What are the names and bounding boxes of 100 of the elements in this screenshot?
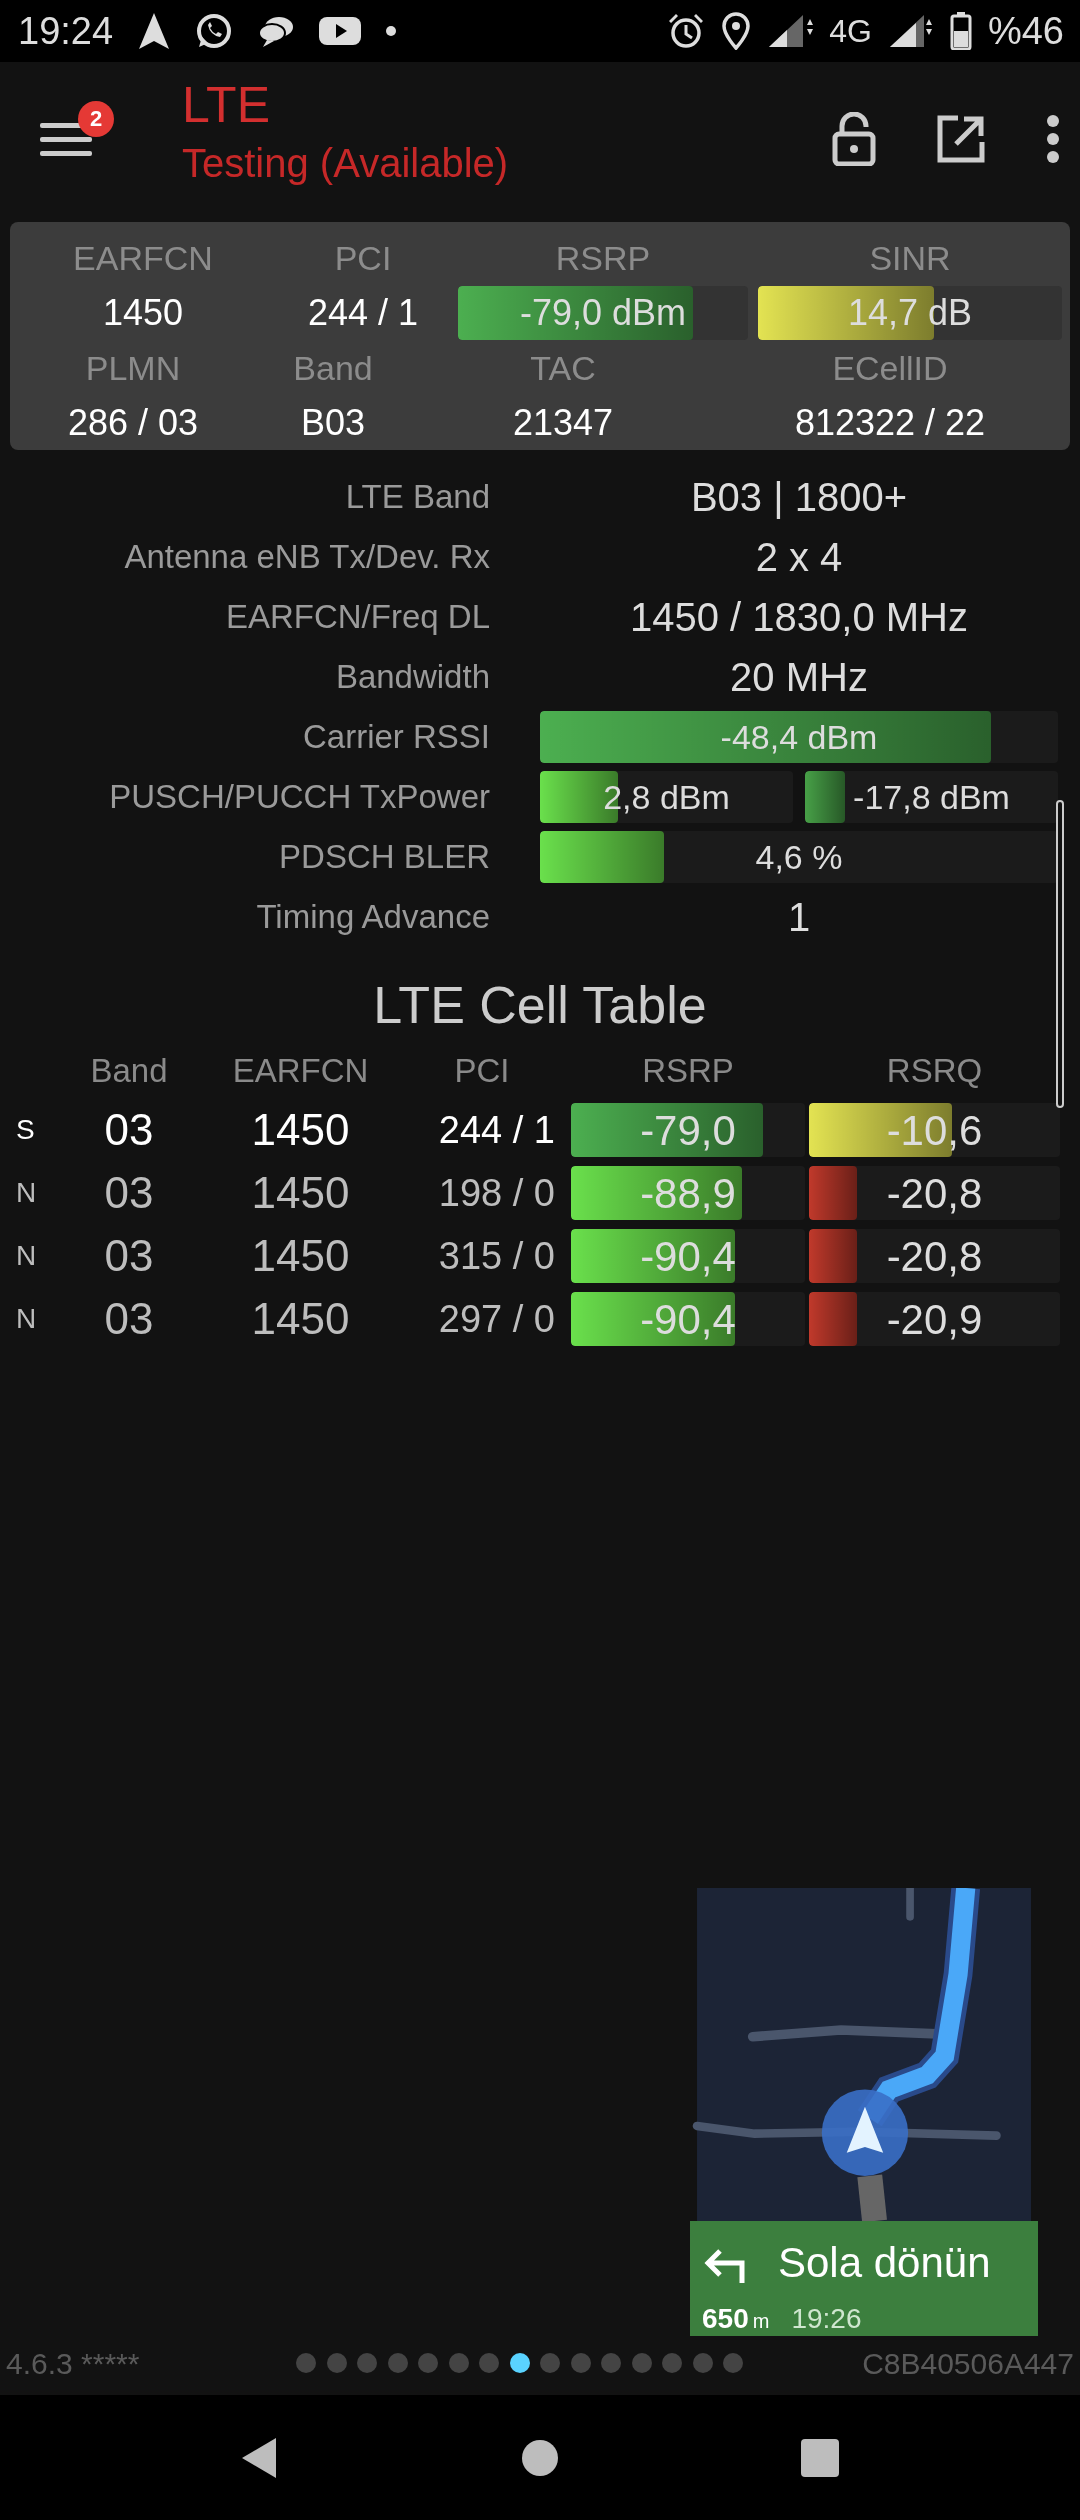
column-header: RSRP (641, 1051, 735, 1092)
page-dot[interactable] (601, 2353, 621, 2373)
table-cell-text: N (15, 1176, 38, 1210)
location-pin-icon (721, 12, 752, 50)
field-label: EARFCN (72, 238, 214, 279)
page-dot[interactable] (509, 2353, 530, 2373)
page-dot[interactable] (662, 2353, 682, 2373)
table-cell-text: 1450 (250, 1104, 351, 1156)
table-cell-text: 315 / 0 (437, 1233, 556, 1279)
home-icon[interactable] (520, 2437, 560, 2478)
column-header: Band (89, 1051, 169, 1092)
meter-reading: -90,4 (640, 1294, 736, 1345)
meter-reading: -17,8 dBm (853, 776, 1010, 818)
page-dot[interactable] (326, 2353, 347, 2373)
table-cell-text: 244 / 1 (437, 1107, 556, 1153)
page-dot[interactable] (540, 2353, 560, 2373)
field-value: B03 (299, 401, 367, 445)
field-label: Band (292, 348, 374, 389)
detail-value: 2 x 4 (754, 534, 844, 581)
page-dot[interactable] (631, 2353, 652, 2373)
table-cell-text: 1450 (250, 1230, 351, 1282)
dot-icon (385, 25, 398, 37)
field-label: PCI (333, 238, 393, 279)
detail-label: PDSCH BLER (278, 837, 490, 878)
detail-label: Bandwidth (334, 657, 490, 698)
field-label: SINR (868, 238, 952, 279)
page-dot[interactable] (479, 2353, 499, 2373)
table-cell-text: 1450 (250, 1293, 351, 1345)
more-options-icon[interactable] (1046, 113, 1060, 164)
detail-label: Timing Advance (255, 897, 490, 938)
column-header: RSRQ (885, 1051, 984, 1092)
version-label: 4.6.3 ***** (6, 2345, 141, 2382)
open-external-icon[interactable] (936, 113, 986, 164)
meter-reading: -20,9 (886, 1294, 983, 1345)
page-dot[interactable] (692, 2353, 713, 2373)
meter-reading: -79,0 dBm (519, 291, 687, 335)
battery-level: %46 (987, 8, 1064, 54)
page-dot[interactable] (296, 2353, 316, 2373)
recents-icon[interactable] (800, 2437, 840, 2478)
page-dot[interactable] (387, 2353, 408, 2373)
detail-value: 1450 / 1830,0 MHz (629, 594, 969, 641)
lock-icon[interactable] (832, 111, 876, 166)
battery-icon (949, 12, 972, 50)
meter-reading: 4,6 % (755, 836, 843, 878)
whatsapp-icon (195, 12, 234, 50)
detail-value: 1 (786, 894, 812, 941)
notification-badge: 2 (78, 100, 114, 137)
table-cell-text: 198 / 0 (437, 1170, 556, 1216)
network-type: 4G (829, 12, 872, 51)
page-dot[interactable] (570, 2353, 591, 2373)
detail-value: B03 | 1800+ (689, 474, 909, 521)
chat-icon (257, 14, 296, 48)
field-value: 286 / 03 (66, 401, 200, 445)
turn-instruction: Sola dönün (778, 2238, 991, 2288)
page-dot[interactable] (357, 2353, 377, 2373)
clock: 19:24 (18, 8, 114, 54)
table-cell-text: 03 (103, 1293, 155, 1345)
detail-label: Antenna eNB Tx/Dev. Rx (123, 537, 490, 578)
meter-reading: 14,7 dB (847, 291, 973, 335)
column-header: PCI (453, 1051, 511, 1092)
detail-label: Carrier RSSI (301, 717, 490, 758)
distance-value: 650 (702, 2302, 749, 2336)
table-cell-text: 297 / 0 (437, 1296, 556, 1342)
field-label: PLMN (84, 348, 182, 389)
table-cell-text: 1450 (250, 1167, 351, 1219)
table-cell-text: 03 (103, 1167, 155, 1219)
field-value: 1450 (101, 291, 185, 335)
alarm-clock-icon (667, 12, 706, 50)
table-cell-text: 03 (103, 1230, 155, 1282)
field-label: TAC (529, 348, 597, 389)
navigation-icon (137, 11, 172, 51)
signal-icon (767, 13, 814, 49)
detail-label: PUSCH/PUCCH TxPower (108, 777, 490, 818)
table-cell-text: 03 (103, 1104, 155, 1156)
screen-title: LTE (182, 78, 271, 133)
table-title: LTE Cell Table (372, 975, 708, 1036)
page-dot[interactable] (448, 2353, 469, 2373)
detail-label: EARFCN/Freq DL (224, 597, 490, 638)
meter-reading: -48,4 dBm (720, 716, 878, 758)
detail-label: LTE Band (344, 477, 490, 518)
page-dot[interactable] (723, 2353, 743, 2373)
meter-reading: -20,8 (886, 1231, 983, 1282)
column-header: EARFCN (231, 1051, 370, 1092)
arrival-time: 19:26 (791, 2302, 862, 2336)
page-dot[interactable] (418, 2353, 438, 2373)
distance-unit: m (752, 2309, 770, 2334)
device-id: C8B40506A447 (862, 2345, 1074, 2382)
field-label: RSRP (554, 238, 652, 279)
field-value: 21347 (511, 401, 615, 445)
field-label: ECellID (831, 348, 949, 389)
meter-reading: -20,8 (886, 1168, 983, 1219)
meter-reading: -88,9 (640, 1168, 736, 1219)
screen-subtitle: Testing (Available) (182, 140, 509, 187)
table-cell-text: N (15, 1239, 38, 1273)
table-cell-text: N (15, 1302, 38, 1336)
meter-reading: -90,4 (640, 1231, 736, 1282)
video-play-icon (319, 15, 362, 47)
table-cell-text: S (15, 1113, 36, 1147)
field-value: 812322 / 22 (793, 401, 987, 445)
detail-value: 20 MHz (729, 654, 869, 701)
